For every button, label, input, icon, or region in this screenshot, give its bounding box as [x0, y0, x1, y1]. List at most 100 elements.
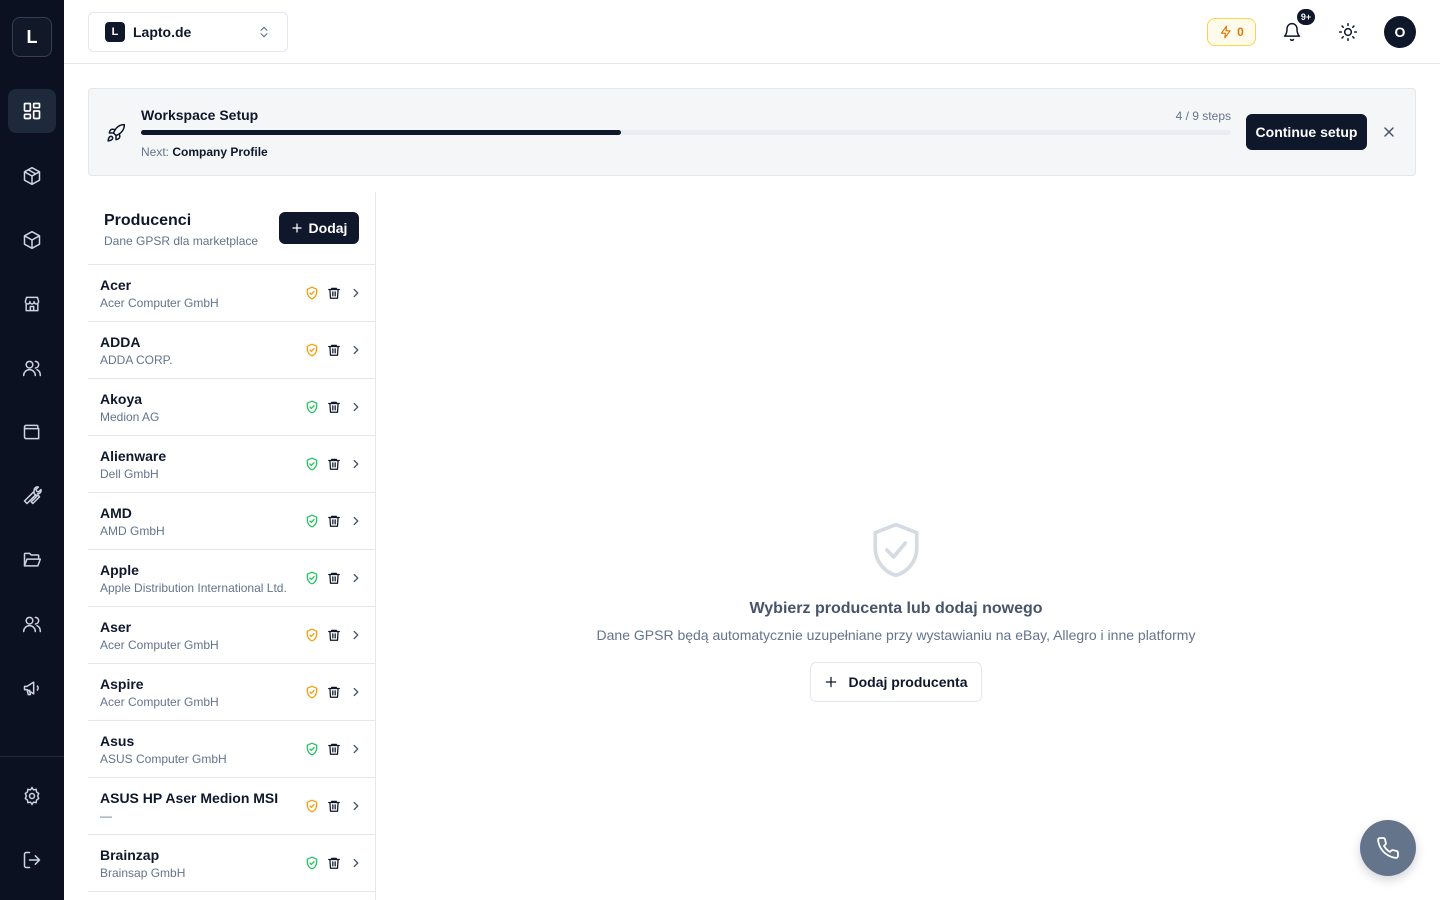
nav-store[interactable]	[8, 282, 56, 326]
chevron-right-icon[interactable]	[349, 742, 363, 756]
producer-company: AMD GmbH	[100, 524, 165, 538]
producer-row[interactable]: Alienware Dell GmbH	[88, 436, 375, 493]
producer-name: Aser	[100, 619, 132, 635]
trash-icon[interactable]	[327, 571, 341, 585]
bell-icon	[1283, 22, 1301, 42]
producer-row[interactable]: AMD AMD GmbH	[88, 493, 375, 550]
producer-row[interactable]: Aser Acer Computer GmbH	[88, 607, 375, 664]
add-producer-empty-button[interactable]: Dodaj producenta	[810, 662, 982, 702]
add-producer-button[interactable]: Dodaj	[279, 212, 359, 244]
theme-toggle-button[interactable]	[1332, 16, 1364, 48]
store-icon	[24, 296, 40, 312]
lightning-icon	[1220, 25, 1231, 39]
shield-check-icon	[306, 685, 318, 699]
sun-icon	[1338, 22, 1358, 42]
producer-company: Acer Computer GmbH	[100, 638, 219, 652]
chevron-right-icon[interactable]	[349, 343, 363, 357]
user-avatar[interactable]: O	[1384, 16, 1416, 48]
trash-icon[interactable]	[327, 856, 341, 870]
nav-dashboard[interactable]	[8, 89, 56, 133]
nav-products[interactable]	[8, 154, 56, 198]
chevron-up-down-icon	[260, 26, 268, 38]
sidebar: L	[0, 0, 64, 900]
nav-files[interactable]	[8, 538, 56, 582]
megaphone-icon	[23, 681, 39, 696]
nav-marketing[interactable]	[8, 666, 56, 710]
producer-name: ADDA	[100, 334, 141, 350]
gear-icon	[24, 786, 40, 806]
wrench-icon	[23, 486, 42, 505]
workspace-badge: L	[105, 22, 125, 42]
empty-state-subtitle: Dane GPSR będą automatycznie uzupełniane…	[596, 627, 1196, 643]
shield-check-icon	[873, 522, 919, 578]
nav-inventory[interactable]	[8, 218, 56, 262]
nav-team[interactable]	[8, 602, 56, 646]
producer-company: ASUS Computer GmbH	[100, 752, 227, 766]
app-logo[interactable]: L	[12, 17, 52, 57]
producer-name: Apple	[100, 562, 139, 578]
trash-icon[interactable]	[327, 400, 341, 414]
producers-header: Producenci Dane GPSR dla marketplace Dod…	[88, 192, 375, 265]
chevron-right-icon[interactable]	[349, 571, 363, 585]
shield-check-icon	[306, 856, 318, 870]
producer-name: Aspire	[100, 676, 144, 692]
box-icon	[23, 230, 41, 250]
shield-check-icon	[306, 799, 318, 813]
producer-company: Acer Computer GmbH	[100, 296, 219, 310]
producer-name: Akoya	[100, 391, 143, 407]
setup-next-label: Next:	[141, 145, 170, 159]
shield-check-icon	[306, 400, 318, 414]
trash-icon[interactable]	[327, 742, 341, 756]
trash-icon[interactable]	[327, 286, 341, 300]
producer-row[interactable]: Acer Acer Computer GmbH	[88, 265, 375, 322]
trash-icon[interactable]	[327, 457, 341, 471]
trash-icon[interactable]	[327, 628, 341, 642]
producer-row[interactable]: ADDA ADDA CORP.	[88, 322, 375, 379]
chevron-right-icon[interactable]	[349, 400, 363, 414]
trash-icon[interactable]	[327, 343, 341, 357]
chevron-right-icon[interactable]	[349, 457, 363, 471]
producer-row[interactable]: Asus ASUS Computer GmbH	[88, 721, 375, 778]
logout-icon	[23, 851, 41, 869]
producers-panel: Producenci Dane GPSR dla marketplace Dod…	[88, 192, 376, 900]
chevron-right-icon[interactable]	[349, 628, 363, 642]
producer-row[interactable]: Brainzap Brainsap GmbH	[88, 835, 375, 892]
producers-subtitle: Dane GPSR dla marketplace	[104, 234, 259, 248]
add-producer-empty-label: Dodaj producenta	[848, 674, 968, 690]
nav-wallet[interactable]	[8, 410, 56, 454]
workspace-name: Lapto.de	[133, 24, 192, 40]
top-bar: L Lapto.de 0 9+ O	[64, 0, 1440, 64]
setup-steps-count: 4 / 9 steps	[1175, 109, 1231, 123]
chevron-right-icon[interactable]	[349, 286, 363, 300]
nav-logout[interactable]	[8, 838, 56, 882]
producer-row[interactable]: Akoya Medion AG	[88, 379, 375, 436]
shield-check-icon	[306, 742, 318, 756]
nav-settings[interactable]	[8, 774, 56, 818]
continue-setup-button[interactable]: Continue setup	[1246, 114, 1367, 150]
chevron-right-icon[interactable]	[349, 799, 363, 813]
chevron-right-icon[interactable]	[349, 514, 363, 528]
chevron-right-icon[interactable]	[349, 856, 363, 870]
producer-row[interactable]: Apple Apple Distribution International Lt…	[88, 550, 375, 607]
trash-icon[interactable]	[327, 799, 341, 813]
nav-customers[interactable]	[8, 346, 56, 390]
setup-next-value: Company Profile	[172, 145, 268, 159]
producer-name: Brainzap	[100, 847, 160, 863]
producer-name: Acer	[100, 277, 132, 293]
call-support-button[interactable]	[1360, 820, 1416, 876]
producer-name: Alienware	[100, 448, 167, 464]
shield-check-icon	[306, 571, 318, 585]
producer-company: ADDA CORP.	[100, 353, 173, 367]
phone-icon	[1377, 837, 1399, 859]
chevron-right-icon[interactable]	[349, 685, 363, 699]
rocket-icon	[107, 123, 126, 142]
credits-badge[interactable]: 0	[1207, 18, 1256, 46]
workspace-selector[interactable]: L Lapto.de	[88, 12, 288, 52]
trash-icon[interactable]	[327, 514, 341, 528]
trash-icon[interactable]	[327, 685, 341, 699]
nav-tools[interactable]	[8, 474, 56, 518]
setup-progress-fill	[141, 130, 621, 135]
close-icon[interactable]	[1381, 124, 1397, 140]
producer-row[interactable]: ASUS HP Aser Medion MSI —	[88, 778, 375, 835]
producer-row[interactable]: Aspire Acer Computer GmbH	[88, 664, 375, 721]
